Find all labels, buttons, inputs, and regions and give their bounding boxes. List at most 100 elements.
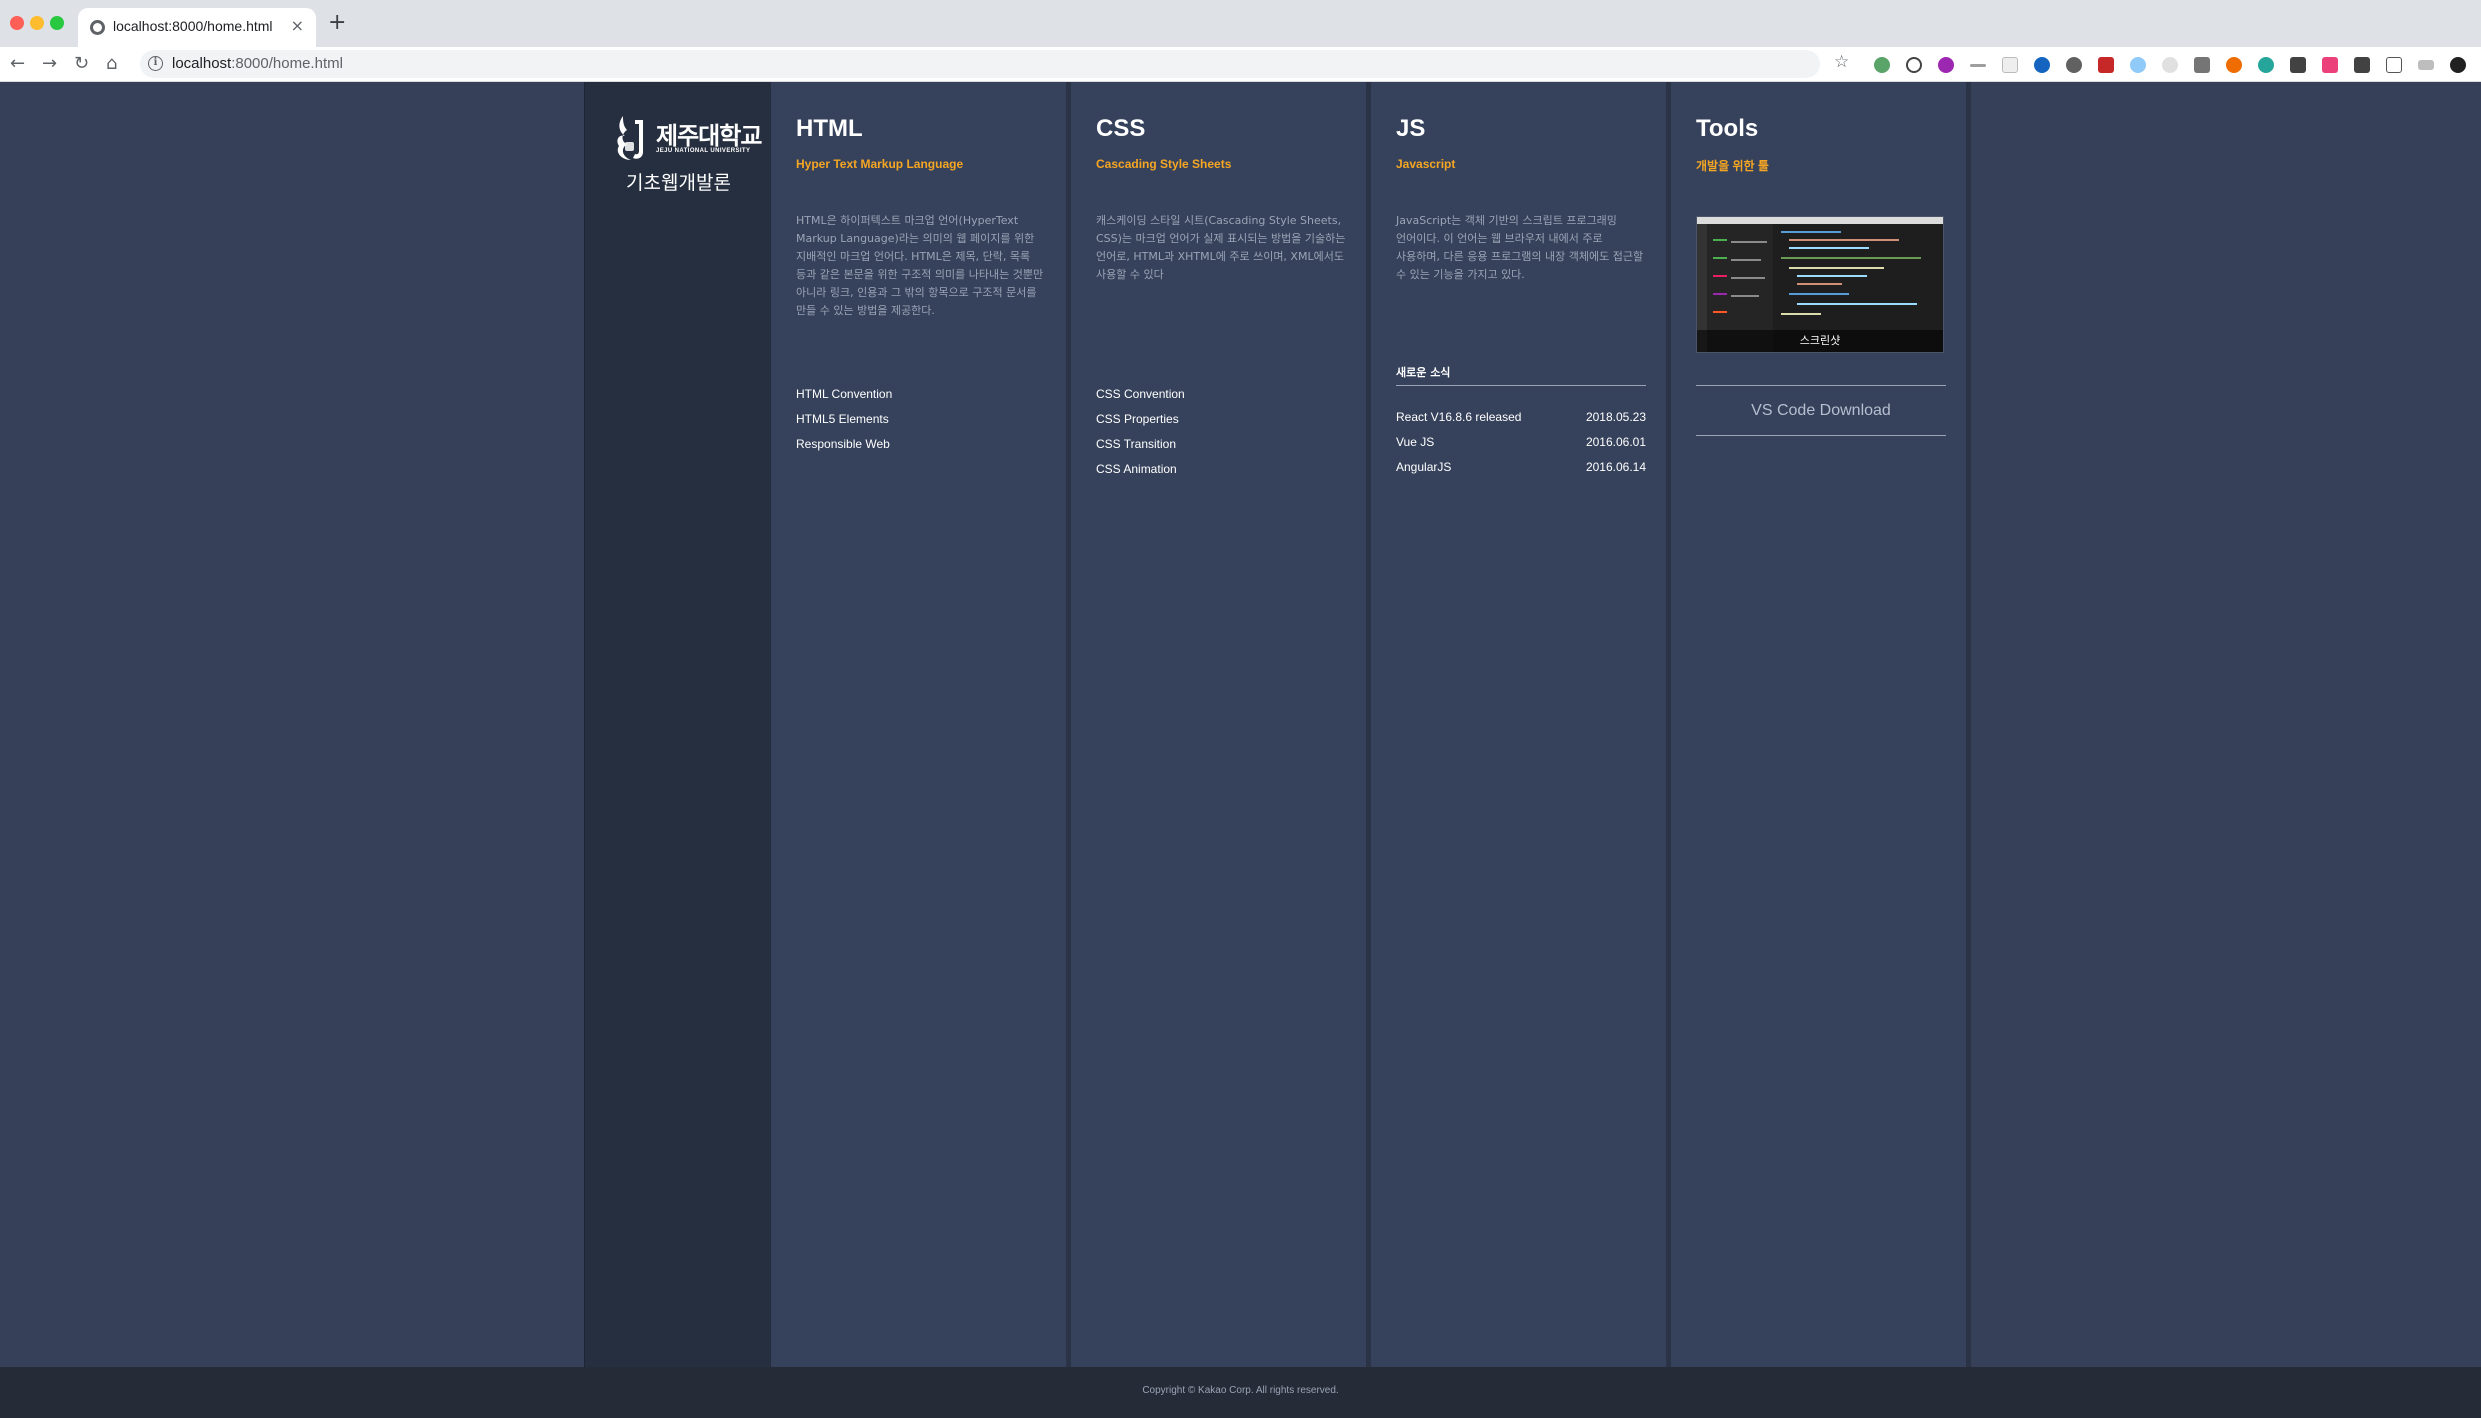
university-emblem-icon [617, 116, 643, 160]
news-item[interactable]: Vue JS 2016.06.01 [1396, 433, 1646, 458]
news-item-date: 2016.06.01 [1585, 435, 1646, 449]
news-list: React V16.8.6 released 2018.05.23 Vue JS… [1396, 408, 1646, 483]
extension-icon[interactable] [2130, 57, 2146, 73]
extension-icon[interactable] [2322, 57, 2338, 73]
screenshot-detail [1789, 239, 1899, 241]
css-column: CSS Cascading Style Sheets 캐스케이딩 스타일 시트(… [1071, 82, 1371, 1367]
link-css-convention[interactable]: CSS Convention [1096, 385, 1185, 410]
extension-icon[interactable] [2034, 57, 2050, 73]
screenshot-detail [1797, 275, 1867, 277]
column-title: CSS [1096, 115, 1146, 142]
brand-column: 제주대학교 JEJU NATIONAL UNIVERSITY 기초웹개발론 [584, 82, 771, 1367]
extension-icon[interactable] [2386, 57, 2402, 73]
link-html-convention[interactable]: HTML Convention [796, 385, 892, 410]
news-item[interactable]: AngularJS 2016.06.14 [1396, 458, 1646, 483]
extension-icon[interactable] [1906, 57, 1922, 73]
screenshot-detail [1789, 293, 1849, 295]
column-title: JS [1396, 115, 1426, 142]
extension-icon[interactable] [2162, 57, 2178, 73]
screenshot-titlebar [1697, 217, 1943, 224]
window-minimize-button[interactable] [30, 16, 44, 30]
screenshot-detail [1713, 275, 1727, 277]
reload-icon[interactable]: ↻ [74, 53, 89, 74]
screenshot-detail [1713, 257, 1727, 259]
footer: Copyright © Kakao Corp. All rights reser… [0, 1367, 2481, 1418]
screenshot-caption: 스크린샷 [1799, 334, 1841, 347]
column-description: 캐스케이딩 스타일 시트(Cascading Style Sheets, CSS… [1096, 214, 1346, 281]
extension-icon[interactable] [2418, 60, 2434, 70]
browser-tab[interactable]: localhost:8000/home.html × [78, 8, 316, 47]
extension-icon[interactable] [2098, 57, 2114, 73]
extension-icon[interactable] [1938, 57, 1954, 73]
extension-icon[interactable] [1970, 64, 1986, 67]
news-item[interactable]: React V16.8.6 released 2018.05.23 [1396, 408, 1646, 433]
news-item-title: Vue JS [1396, 435, 1435, 449]
extension-icon[interactable] [2258, 57, 2274, 73]
extension-icon[interactable] [2002, 57, 2018, 73]
column-subtitle: Cascading Style Sheets [1096, 157, 1232, 171]
column-title: HTML [796, 115, 863, 142]
window-close-button[interactable] [10, 16, 24, 30]
news-item-date: 2018.05.23 [1585, 410, 1646, 424]
screenshot-detail [1781, 313, 1821, 315]
extension-icon[interactable] [2226, 57, 2242, 73]
browser-tab-bar: localhost:8000/home.html × + [0, 0, 2481, 47]
link-html5-elements[interactable]: HTML5 Elements [796, 410, 892, 435]
close-icon[interactable]: × [291, 16, 304, 35]
profile-avatar[interactable] [2450, 57, 2466, 73]
screenshot-detail [1731, 241, 1767, 243]
new-tab-button[interactable]: + [328, 10, 346, 35]
screenshot-detail [1797, 303, 1917, 305]
tools-column: Tools 개발을 위한 툴 스크린샷 VS Code Download [1671, 82, 1971, 1367]
forward-arrow-icon[interactable]: → [42, 53, 57, 74]
window-zoom-button[interactable] [50, 16, 64, 30]
column-description: HTML은 하이퍼텍스트 마크업 언어(HyperText Markup Lan… [796, 214, 1044, 317]
column-subtitle: Hyper Text Markup Language [796, 157, 964, 171]
university-logo[interactable]: 제주대학교 JEJU NATIONAL UNIVERSITY [613, 112, 762, 162]
news-item-date: 2016.06.14 [1585, 460, 1646, 474]
download-divider-bottom [1696, 435, 1946, 436]
page-body: 제주대학교 JEJU NATIONAL UNIVERSITY 기초웹개발론 HT… [0, 82, 2481, 1418]
column-description: JavaScript는 객체 기반의 스크립트 프로그래밍 언어이다. 이 언어… [1396, 214, 1644, 281]
link-css-transition[interactable]: CSS Transition [1096, 435, 1185, 460]
screenshot-detail [1713, 239, 1727, 241]
screenshot-detail [1713, 311, 1727, 313]
address-bar[interactable]: i localhost:8000/home.html [140, 50, 1820, 78]
screenshot-detail [1731, 259, 1761, 261]
vscode-screenshot[interactable]: 스크린샷 [1696, 216, 1944, 353]
screenshot-detail [1781, 231, 1841, 233]
logo-subtitle: JEJU NATIONAL UNIVERSITY [656, 148, 751, 154]
vscode-download-button[interactable]: VS Code Download [1696, 386, 1946, 435]
extension-icon[interactable] [2194, 57, 2210, 73]
screenshot-detail [1713, 293, 1727, 295]
copyright-text: Copyright © Kakao Corp. All rights reser… [1142, 1385, 1339, 1396]
link-responsible-web[interactable]: Responsible Web [796, 435, 892, 460]
column-title: Tools [1696, 115, 1759, 142]
site-info-icon[interactable]: i [148, 56, 163, 71]
screenshot-detail [1797, 283, 1842, 285]
column-layout: 제주대학교 JEJU NATIONAL UNIVERSITY 기초웹개발론 HT… [584, 82, 1971, 1367]
url-text[interactable]: localhost:8000/home.html [172, 55, 343, 72]
browser-toolbar: ← → ↻ ⌂ i localhost:8000/home.html ☆ [0, 47, 2481, 82]
news-heading: 새로운 소식 [1396, 366, 1451, 379]
css-link-list: CSS Convention CSS Properties CSS Transi… [1096, 385, 1185, 485]
screenshot-detail [1781, 257, 1921, 259]
bookmark-star-icon[interactable]: ☆ [1834, 52, 1849, 72]
back-arrow-icon[interactable]: ← [10, 53, 25, 74]
extension-icon[interactable] [2354, 57, 2370, 73]
screenshot-detail [1731, 277, 1765, 279]
logo-wordmark: 제주대학교 [656, 122, 762, 150]
extension-icon[interactable] [1874, 57, 1890, 73]
link-css-animation[interactable]: CSS Animation [1096, 460, 1185, 485]
site-title: 기초웹개발론 [626, 172, 731, 194]
extension-icon[interactable] [2290, 57, 2306, 73]
tab-title: localhost:8000/home.html [113, 18, 273, 34]
column-subtitle: 개발을 위한 툴 [1696, 159, 1769, 173]
news-item-title: React V16.8.6 released [1396, 410, 1522, 424]
home-icon[interactable]: ⌂ [106, 53, 117, 74]
js-column: JS Javascript JavaScript는 객체 기반의 스크립트 프로… [1371, 82, 1671, 1367]
extension-icon[interactable] [2066, 57, 2082, 73]
link-css-properties[interactable]: CSS Properties [1096, 410, 1185, 435]
news-divider [1396, 385, 1646, 386]
screenshot-detail [1731, 295, 1759, 297]
